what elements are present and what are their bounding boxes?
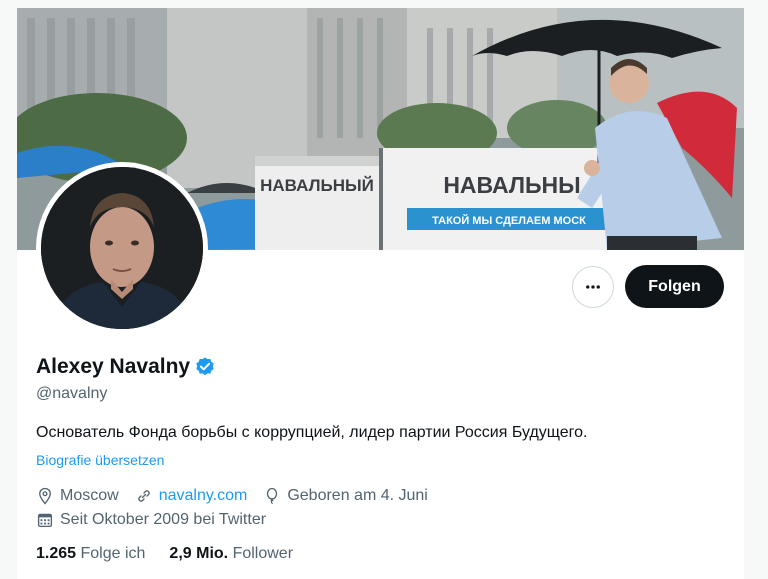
followers-label: Follower [232,545,294,562]
birthday-text: Geboren am 4. Juni [287,487,428,504]
joined-text: Seit Oktober 2009 bei Twitter [60,511,267,528]
link-icon [137,490,150,502]
banner-sign-left: НАВАЛЬНЫЙ [260,176,374,195]
more-options-button[interactable] [572,266,614,308]
joined-item: Seit Oktober 2009 bei Twitter [36,511,266,529]
following-count: 1.265 [36,545,77,562]
followers-count: 2,9 Mio. [169,545,229,562]
following-label: Folge ich [80,545,146,562]
translate-bio-link[interactable]: Biografie übersetzen [36,452,164,468]
profile-meta: Moscow navalny.com Geboren am 4. Juni Se… [36,485,726,533]
followers-stat[interactable]: 2,9 Mio. Follower [169,545,293,563]
banner-sign-sub: ТАКОЙ МЫ СДЕЛАЕМ МОСК [432,214,586,227]
avatar-photo [41,167,203,329]
profile-card: НАВАЛЬНЫЙ НАВАЛЬНЫ ТАКОЙ МЫ СДЕЛАЕМ МОСК [17,8,744,579]
website-link[interactable]: navalny.com [159,487,248,505]
more-dots-icon [586,285,600,289]
profile-name-row: Alexey Navalny [36,355,216,379]
location-text: Moscow [60,487,119,504]
profile-handle: @navalny [36,385,108,402]
balloon-icon [267,487,278,505]
profile-avatar[interactable] [36,162,208,334]
banner-sign-right: НАВАЛЬНЫ [443,172,580,198]
follow-button[interactable]: Folgen [625,265,724,308]
birthday-item: Geboren am 4. Juni [263,487,428,505]
profile-bio: Основатель Фонда борьбы с коррупцией, ли… [36,424,588,441]
location-item: Moscow [36,487,119,505]
profile-stats: 1.265 Folge ich 2,9 Mio. Follower [36,545,317,563]
following-stat[interactable]: 1.265 Folge ich [36,545,145,563]
location-pin-icon [39,487,51,505]
calendar-icon [37,513,53,528]
verified-badge-icon[interactable] [194,356,216,378]
profile-name: Alexey Navalny [36,355,191,378]
website-item: navalny.com [135,487,248,505]
